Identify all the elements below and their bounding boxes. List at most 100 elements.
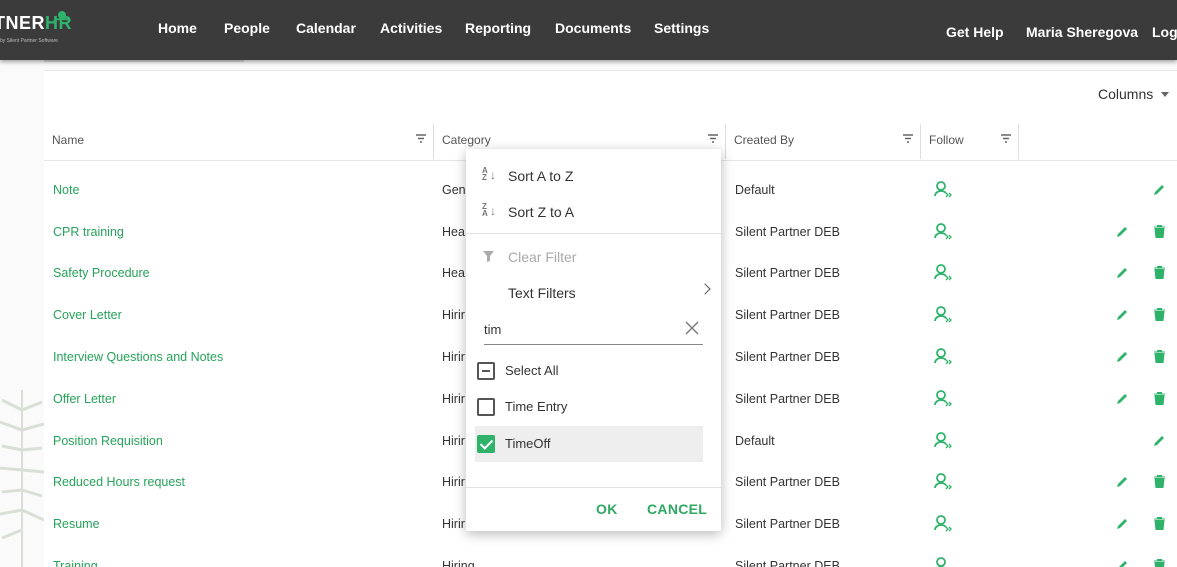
category-cell: Hea xyxy=(442,266,465,280)
follow-user-icon[interactable] xyxy=(934,514,952,532)
header-created-by[interactable]: Created By xyxy=(726,116,920,160)
filter-icon[interactable] xyxy=(708,134,718,143)
created-by-cell: Silent Partner DEB xyxy=(735,350,840,364)
nav-logout[interactable]: Log xyxy=(1152,24,1177,40)
trash-icon[interactable] xyxy=(1154,350,1165,363)
category-filter-menu: AZ ↓ Sort A to Z ZA ↓ Sort Z to A Clear … xyxy=(466,149,721,531)
created-by-cell: Silent Partner DEB xyxy=(735,392,840,406)
follow-user-icon[interactable] xyxy=(934,556,952,567)
option-time-entry[interactable]: Time Entry xyxy=(475,389,703,425)
edit-pencil-icon[interactable] xyxy=(1116,266,1129,279)
option-select-all[interactable]: Select All xyxy=(475,353,703,389)
option-label: TimeOff xyxy=(505,436,551,451)
nav-settings[interactable]: Settings xyxy=(654,20,709,36)
edit-pencil-icon[interactable] xyxy=(1116,559,1129,567)
follow-user-icon[interactable] xyxy=(934,389,952,407)
category-cell: Hirir xyxy=(442,475,465,489)
category-cell: Hirir xyxy=(442,434,465,448)
nav-activities[interactable]: Activities xyxy=(380,20,442,36)
tab-strip xyxy=(44,60,244,62)
sort-asc-label: Sort A to Z xyxy=(508,168,574,184)
filter-icon[interactable] xyxy=(1001,134,1011,143)
follow-user-icon[interactable] xyxy=(934,263,952,281)
category-cell: Gen xyxy=(442,183,466,197)
table-row[interactable]: Training Hiring Silent Partner DEB xyxy=(44,544,1177,567)
trash-icon[interactable] xyxy=(1154,266,1165,279)
follow-user-icon[interactable] xyxy=(934,347,952,365)
follow-user-icon[interactable] xyxy=(934,431,952,449)
document-name-link[interactable]: Note xyxy=(53,183,79,197)
clear-filter-item[interactable]: Clear Filter xyxy=(466,240,721,272)
edit-pencil-icon[interactable] xyxy=(1116,350,1129,363)
chevron-down-icon[interactable] xyxy=(1161,92,1169,97)
nav-documents[interactable]: Documents xyxy=(555,20,631,36)
follow-user-icon[interactable] xyxy=(934,472,952,490)
created-by-cell: Silent Partner DEB xyxy=(735,559,840,567)
document-name-link[interactable]: Safety Procedure xyxy=(53,266,150,280)
document-name-link[interactable]: CPR training xyxy=(53,225,124,239)
menu-divider xyxy=(466,233,721,234)
ok-button[interactable]: OK xyxy=(596,501,618,517)
created-by-cell: Silent Partner DEB xyxy=(735,225,840,239)
edit-pencil-icon[interactable] xyxy=(1116,475,1129,488)
filter-icon[interactable] xyxy=(416,134,426,143)
document-name-link[interactable]: Resume xyxy=(53,517,100,531)
text-filters-item[interactable]: Text Filters xyxy=(466,276,721,308)
document-name-link[interactable]: Reduced Hours request xyxy=(53,475,185,489)
filter-search-input[interactable] xyxy=(484,319,674,339)
trash-icon[interactable] xyxy=(1154,308,1165,321)
edit-pencil-icon[interactable] xyxy=(1116,308,1129,321)
created-by-cell: Silent Partner DEB xyxy=(735,517,840,531)
category-cell: Hea xyxy=(442,225,465,239)
columns-button[interactable]: Columns xyxy=(1098,86,1153,102)
cancel-button[interactable]: CANCEL xyxy=(647,501,707,517)
top-nav-bar: TNERHR by Silent Partner Software Home P… xyxy=(0,0,1177,60)
app-logo[interactable]: TNERHR by Silent Partner Software xyxy=(0,10,80,50)
sort-asc-item[interactable]: AZ ↓ Sort A to Z xyxy=(466,159,721,191)
trash-icon[interactable] xyxy=(1154,517,1165,530)
header-separator[interactable] xyxy=(1018,124,1019,159)
option-label: Time Entry xyxy=(505,399,568,414)
close-icon[interactable] xyxy=(685,321,699,335)
follow-user-icon[interactable] xyxy=(934,222,952,240)
header-name[interactable]: Name xyxy=(44,116,433,160)
checkbox-indeterminate[interactable] xyxy=(477,362,495,380)
document-name-link[interactable]: Interview Questions and Notes xyxy=(53,350,223,364)
nav-get-help[interactable]: Get Help xyxy=(946,24,1004,40)
nav-calendar[interactable]: Calendar xyxy=(296,20,356,36)
nav-people[interactable]: People xyxy=(224,20,270,36)
text-filters-label: Text Filters xyxy=(508,285,576,301)
option-timeoff[interactable]: TimeOff xyxy=(475,426,703,462)
follow-user-icon[interactable] xyxy=(934,180,952,198)
logo-tagline: by Silent Partner Software xyxy=(0,38,59,44)
sort-arrow-icon: ↓ xyxy=(490,168,496,182)
document-name-link[interactable]: Position Requisition xyxy=(53,434,163,448)
sort-az-icon: AZ xyxy=(482,166,488,182)
sort-za-icon: ZA xyxy=(482,202,488,218)
document-name-link[interactable]: Offer Letter xyxy=(53,392,116,406)
checkbox-unchecked[interactable] xyxy=(477,398,495,416)
edit-pencil-icon[interactable] xyxy=(1116,225,1129,238)
trash-icon[interactable] xyxy=(1154,475,1165,488)
trash-icon[interactable] xyxy=(1154,392,1165,405)
document-name-link[interactable]: Training xyxy=(53,559,98,567)
funnel-icon xyxy=(483,251,494,262)
nav-home[interactable]: Home xyxy=(158,20,197,36)
nav-user-name[interactable]: Maria Sheregova xyxy=(1026,24,1138,40)
nav-reporting[interactable]: Reporting xyxy=(465,20,531,36)
header-follow[interactable]: Follow xyxy=(921,116,1018,160)
document-name-link[interactable]: Cover Letter xyxy=(53,308,122,322)
trash-icon[interactable] xyxy=(1154,559,1165,567)
edit-pencil-icon[interactable] xyxy=(1153,183,1166,196)
filter-search-field[interactable] xyxy=(484,315,703,345)
sort-desc-item[interactable]: ZA ↓ Sort Z to A xyxy=(466,195,721,227)
option-label: Select All xyxy=(505,363,559,378)
filter-icon[interactable] xyxy=(903,134,913,143)
edit-pencil-icon[interactable] xyxy=(1116,392,1129,405)
trash-icon[interactable] xyxy=(1154,225,1165,238)
edit-pencil-icon[interactable] xyxy=(1153,434,1166,447)
edit-pencil-icon[interactable] xyxy=(1116,517,1129,530)
follow-user-icon[interactable] xyxy=(934,305,952,323)
checkbox-checked[interactable] xyxy=(477,435,495,453)
menu-divider xyxy=(466,487,721,488)
